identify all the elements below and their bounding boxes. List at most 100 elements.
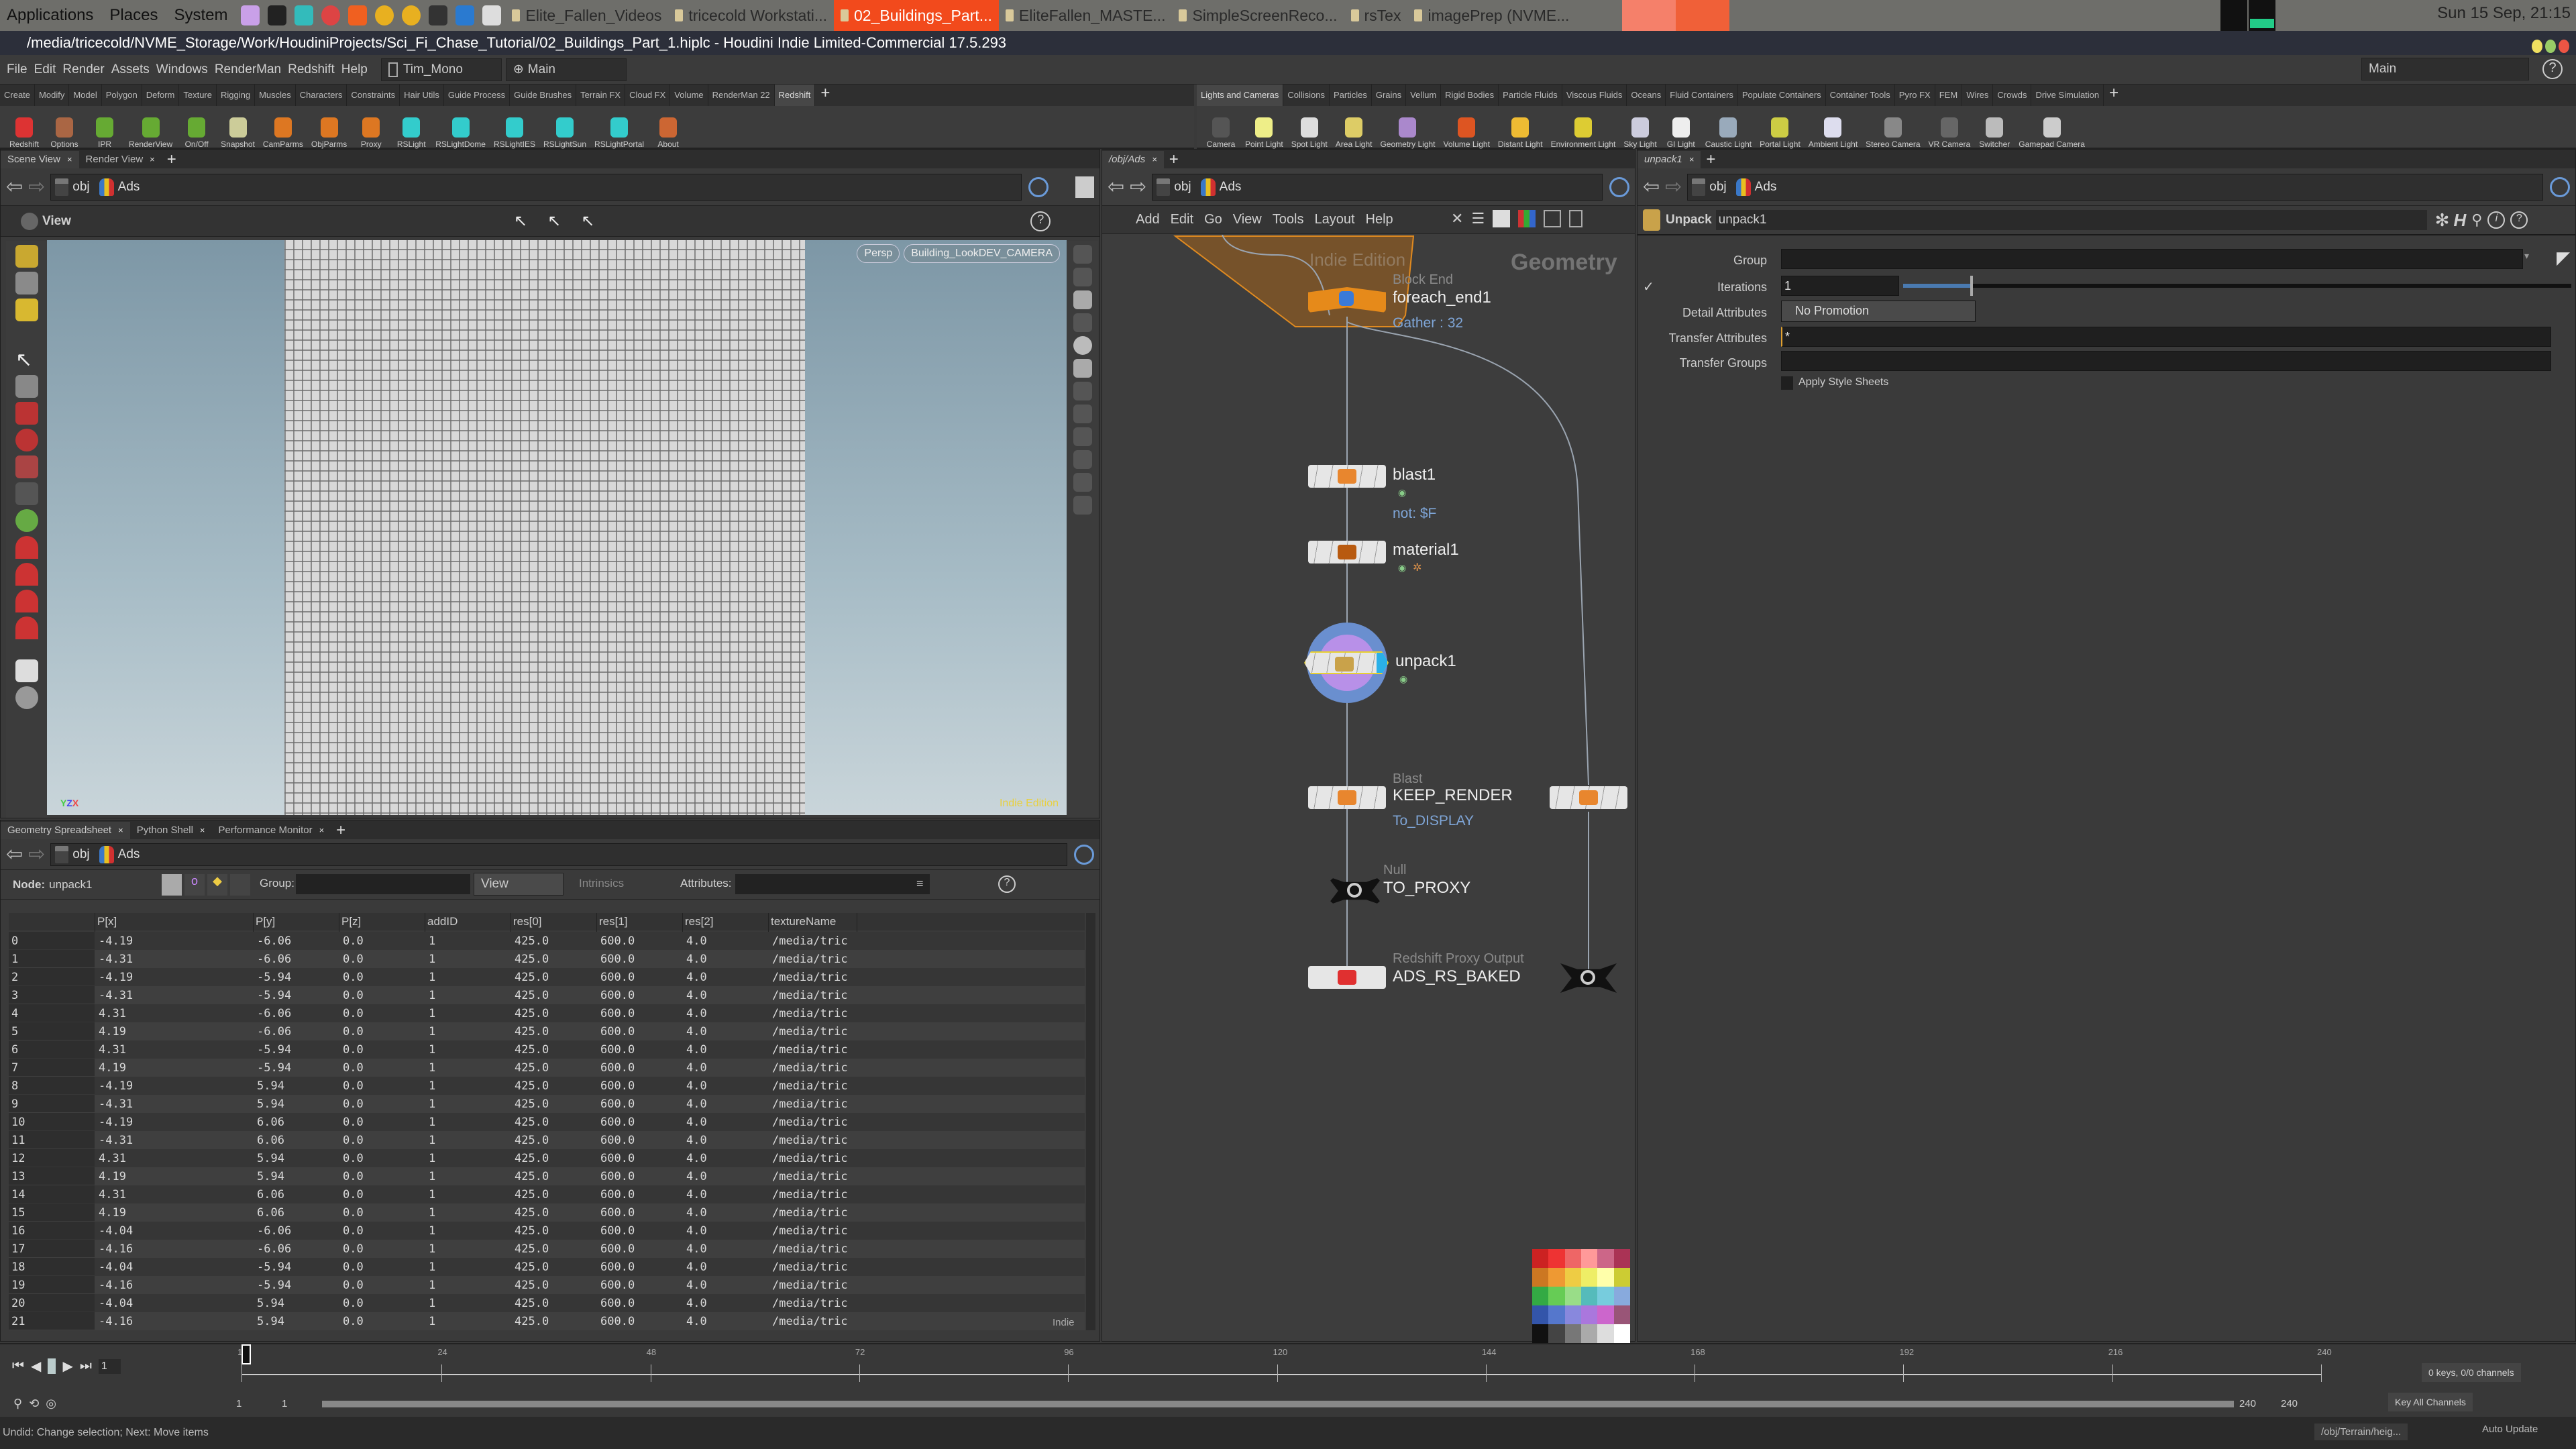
shelf-tab[interactable]: Pyro FX <box>1895 85 1935 106</box>
column-header[interactable]: P[x] <box>97 915 117 928</box>
display-toggle-icon[interactable] <box>1073 405 1092 423</box>
display-toggle-icon[interactable] <box>1073 496 1092 515</box>
update-path[interactable]: /obj/Terrain/heig... <box>2314 1424 2408 1440</box>
node-foreach-end1[interactable] <box>1308 287 1386 313</box>
calculator-icon[interactable] <box>482 5 502 25</box>
go-end-icon[interactable]: ⏭ <box>80 1358 92 1374</box>
taskbar-item[interactable]: rsTex <box>1344 0 1408 31</box>
app-icon[interactable] <box>429 5 448 25</box>
path-obj[interactable]: obj <box>1709 180 1726 195</box>
link-toggle-icon[interactable] <box>2550 176 2570 197</box>
taskbar-item[interactable]: imagePrep (NVME... <box>1407 0 1576 31</box>
nuke-icon[interactable] <box>375 5 394 25</box>
maximize-button[interactable] <box>2545 40 2556 53</box>
column-header[interactable]: P[z] <box>341 915 361 928</box>
shelf-tab[interactable]: Constraints <box>347 85 400 106</box>
shelf-tab[interactable]: RenderMan 22 <box>708 85 775 106</box>
select-arrow-icon[interactable]: ◤ <box>2557 248 2570 268</box>
auto-update-button[interactable]: Auto Update <box>2482 1424 2538 1435</box>
workspace-2[interactable] <box>1676 0 1729 31</box>
palette-swatch[interactable] <box>1597 1249 1614 1268</box>
gear-icon[interactable]: ✻ <box>2435 210 2450 231</box>
palette-swatch[interactable] <box>1564 1324 1581 1343</box>
shelf-tool[interactable]: Point Light <box>1241 106 1287 149</box>
snap-grid-icon[interactable] <box>15 536 38 559</box>
attributes-input[interactable] <box>735 874 930 894</box>
palette-swatch[interactable] <box>1532 1249 1549 1268</box>
vertices-mode-icon[interactable]: o <box>184 874 205 896</box>
current-frame-field[interactable]: 1 <box>98 1358 121 1374</box>
display-toggle-icon[interactable] <box>1073 268 1092 286</box>
path-field[interactable]: obj Ads <box>1152 173 1603 201</box>
network-menu-help[interactable]: Help <box>1366 212 1393 227</box>
shelf-tool[interactable]: Area Light <box>1332 106 1377 149</box>
color-palette[interactable] <box>1532 1249 1630 1343</box>
shelf-tool[interactable]: Spot Light <box>1287 106 1332 149</box>
palette-swatch[interactable] <box>1597 1324 1614 1343</box>
camera-menu-button[interactable]: Building_LookDEV_CAMERA <box>904 244 1060 263</box>
tab-unpack1[interactable]: unpack1 × <box>1638 151 1701 168</box>
add-tab-icon[interactable]: + <box>1706 151 1715 168</box>
node-name-label[interactable]: KEEP_RENDER <box>1393 786 1513 805</box>
shelf-tool[interactable]: Options <box>44 106 85 149</box>
os-menu-applications[interactable]: Applications <box>7 6 93 25</box>
help-icon[interactable]: ? <box>2542 59 2563 79</box>
node-unpack1[interactable] <box>1304 651 1389 674</box>
path-ads[interactable]: Ads <box>1220 180 1242 195</box>
maya-icon[interactable] <box>294 5 314 25</box>
back-arrow-icon[interactable]: ⇦ <box>1108 175 1124 199</box>
shelf-tab[interactable]: Oceans <box>1627 85 1666 106</box>
network-menu-view[interactable]: View <box>1233 212 1262 227</box>
context-selector[interactable]: ⊕ Main <box>505 58 627 81</box>
move-tool-icon[interactable] <box>15 402 38 425</box>
group-field[interactable] <box>1781 249 2523 269</box>
keys-channels-button[interactable]: 0 keys, 0/0 channels <box>2422 1363 2521 1382</box>
shelf-tab[interactable]: Modify <box>35 85 70 106</box>
shelf-tab[interactable]: Grains <box>1372 85 1407 106</box>
palette-swatch[interactable] <box>1564 1305 1581 1324</box>
nuke-icon-2[interactable] <box>402 5 421 25</box>
shelf-tab[interactable]: Create <box>0 85 36 106</box>
tumble-icon[interactable]: ↖ <box>514 211 527 231</box>
playback-end-field[interactable]: 240 <box>2239 1398 2256 1409</box>
help-icon[interactable]: ? <box>2510 211 2528 229</box>
forward-arrow-icon[interactable]: ⇨ <box>1665 175 1682 199</box>
palette-swatch[interactable] <box>1532 1287 1549 1305</box>
clock[interactable]: Sun 15 Sep, 21:15 <box>2437 4 2571 23</box>
taskbar-item[interactable]: EliteFallen_MASTE... <box>999 0 1173 31</box>
palette-swatch[interactable] <box>1564 1249 1581 1268</box>
shelf-tab[interactable]: Fluid Containers <box>1666 85 1738 106</box>
node-name-label[interactable]: unpack1 <box>1395 652 1456 671</box>
add-tab-icon[interactable]: + <box>336 822 345 839</box>
palette-swatch[interactable] <box>1532 1305 1549 1324</box>
shelf-tool[interactable]: Caustic Light <box>1701 106 1756 149</box>
shape-palette-icon[interactable] <box>1544 210 1562 227</box>
main-context-selector[interactable]: Main <box>2361 58 2529 80</box>
network-menu-add[interactable]: Add <box>1136 212 1160 227</box>
palette-swatch[interactable] <box>1597 1268 1614 1287</box>
select-mode-points-icon[interactable] <box>15 272 38 294</box>
shelf-tab[interactable]: FEM <box>1935 85 1963 106</box>
shelf-tool[interactable]: IPR <box>85 106 125 149</box>
flipbook-icon[interactable] <box>15 686 38 709</box>
display-toggle-icon[interactable] <box>1073 245 1092 264</box>
shelf-tool[interactable]: RenderView <box>125 106 176 149</box>
camera-lock-icon[interactable] <box>1073 290 1092 309</box>
tree-view-icon[interactable]: ☰ <box>1471 210 1485 227</box>
terminal-icon[interactable] <box>268 5 287 25</box>
range-slider[interactable] <box>322 1401 2234 1407</box>
path-field[interactable]: obj Ads <box>50 843 1067 866</box>
snap-point-icon[interactable] <box>15 590 38 612</box>
shelf-tab[interactable]: Polygon <box>102 85 142 106</box>
palette-swatch[interactable] <box>1613 1249 1630 1268</box>
palette-swatch[interactable] <box>1613 1268 1630 1287</box>
palette-swatch[interactable] <box>1581 1305 1598 1324</box>
back-arrow-icon[interactable]: ⇦ <box>6 175 23 199</box>
close-icon[interactable]: × <box>1152 154 1157 164</box>
shelf-tab[interactable]: Cloud FX <box>625 85 671 106</box>
close-button[interactable] <box>2559 40 2569 53</box>
display-toggle-icon[interactable] <box>1073 450 1092 469</box>
primitives-mode-icon[interactable]: ◆ <box>207 874 227 896</box>
network-menu-go[interactable]: Go <box>1204 212 1222 227</box>
palette-swatch[interactable] <box>1564 1287 1581 1305</box>
